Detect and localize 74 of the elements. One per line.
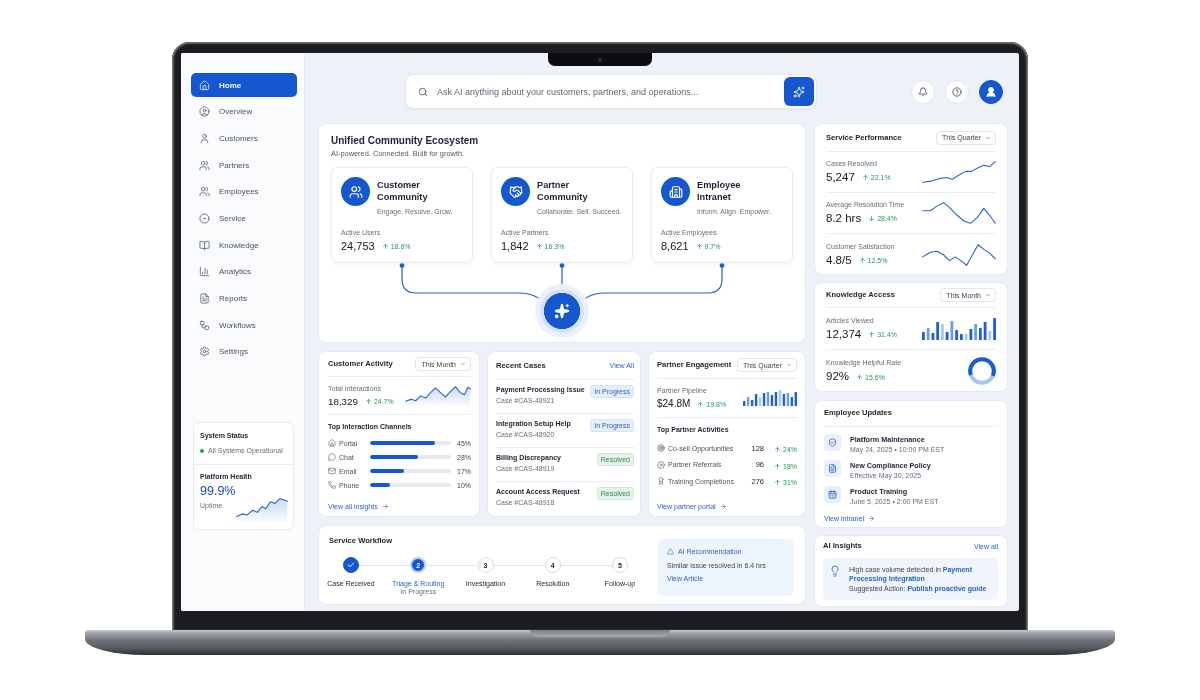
chevron-down-icon <box>460 361 466 367</box>
chevron-down-icon <box>985 134 991 141</box>
community-name: Employee Intranet <box>697 179 742 203</box>
sparkline <box>236 498 288 522</box>
arrow-right-icon <box>719 502 727 510</box>
home-icon <box>199 79 210 91</box>
circle-dot-icon <box>199 212 210 224</box>
nav-item[interactable]: Analytics <box>191 259 297 284</box>
community-name: Partner Community <box>537 179 589 203</box>
check-icon <box>347 561 355 569</box>
status-dot-icon <box>200 448 204 453</box>
handshake-icon <box>501 177 530 206</box>
help-icon <box>952 86 962 97</box>
user-circle-icon <box>199 106 210 118</box>
book-icon <box>199 239 210 251</box>
search-icon <box>418 86 428 97</box>
circle-arrow-icon <box>657 460 665 469</box>
metric-value: 1,842 <box>501 240 529 254</box>
chevron-down-icon <box>786 362 792 368</box>
users-icon <box>341 177 370 206</box>
bar-chart-icon <box>199 266 210 278</box>
metric-value: 12,374 <box>826 327 862 342</box>
nav-item[interactable]: Workflows <box>191 313 297 338</box>
nav-item[interactable]: Settings <box>191 339 297 364</box>
health-value: 99.9% <box>200 484 236 499</box>
ring-chart <box>968 357 996 386</box>
nav-item[interactable]: Employees <box>191 179 297 204</box>
nav-item[interactable]: Partners <box>191 153 297 178</box>
mini-bar-chart <box>743 390 797 406</box>
metric-value: 8,621 <box>661 240 689 254</box>
community-name: Customer Community <box>377 179 429 203</box>
panel-title: Unified Community Ecosystem <box>331 135 480 147</box>
triangle-icon <box>667 548 674 555</box>
users-icon <box>199 159 210 171</box>
chevron-down-icon <box>985 292 991 299</box>
metric-value: $24.8M <box>657 398 691 410</box>
metric-value: 18,329 <box>328 395 358 408</box>
ai-button[interactable] <box>784 77 814 106</box>
help-button[interactable] <box>945 79 969 104</box>
mail-icon <box>328 467 336 475</box>
search-input[interactable]: Ask AI anything about your customers, partners, and operations... <box>437 86 778 97</box>
nav-item[interactable]: Knowledge <box>191 233 297 258</box>
user-icon <box>985 85 997 98</box>
users-icon <box>199 186 210 198</box>
target-icon <box>657 444 665 452</box>
metric-value: 24,753 <box>341 240 375 254</box>
sparkles-icon <box>793 85 805 98</box>
chat-bubble-icon <box>328 453 336 461</box>
nav-item[interactable]: Customers <box>191 126 297 151</box>
nav-item[interactable]: Reports <box>191 286 297 311</box>
document-icon <box>199 293 210 304</box>
phone-icon <box>328 481 336 489</box>
arrow-right-icon <box>868 514 876 522</box>
user-icon <box>199 132 210 144</box>
avatar-button[interactable] <box>979 79 1003 104</box>
metric-value: 5,247 <box>826 171 855 185</box>
shield-icon <box>824 433 841 451</box>
sparkline <box>405 385 471 406</box>
nav-item[interactable]: Service <box>191 206 297 231</box>
home-icon <box>328 439 336 447</box>
award-icon <box>657 477 665 485</box>
nav-item[interactable]: Home <box>191 73 297 97</box>
building-icon <box>661 177 690 206</box>
settings-icon <box>199 346 210 358</box>
document-icon <box>824 459 841 477</box>
metric-value: 8.2 hrs <box>826 212 862 226</box>
calendar-icon <box>824 485 841 503</box>
workflow-icon <box>199 319 210 331</box>
metric-value: 4.8/5 <box>826 253 852 268</box>
arrow-right-icon <box>381 503 389 510</box>
lightbulb-icon <box>829 564 841 577</box>
bell-icon <box>918 86 928 97</box>
metric-value: 92% <box>826 370 850 385</box>
nav-item[interactable]: Overview <box>191 99 297 124</box>
